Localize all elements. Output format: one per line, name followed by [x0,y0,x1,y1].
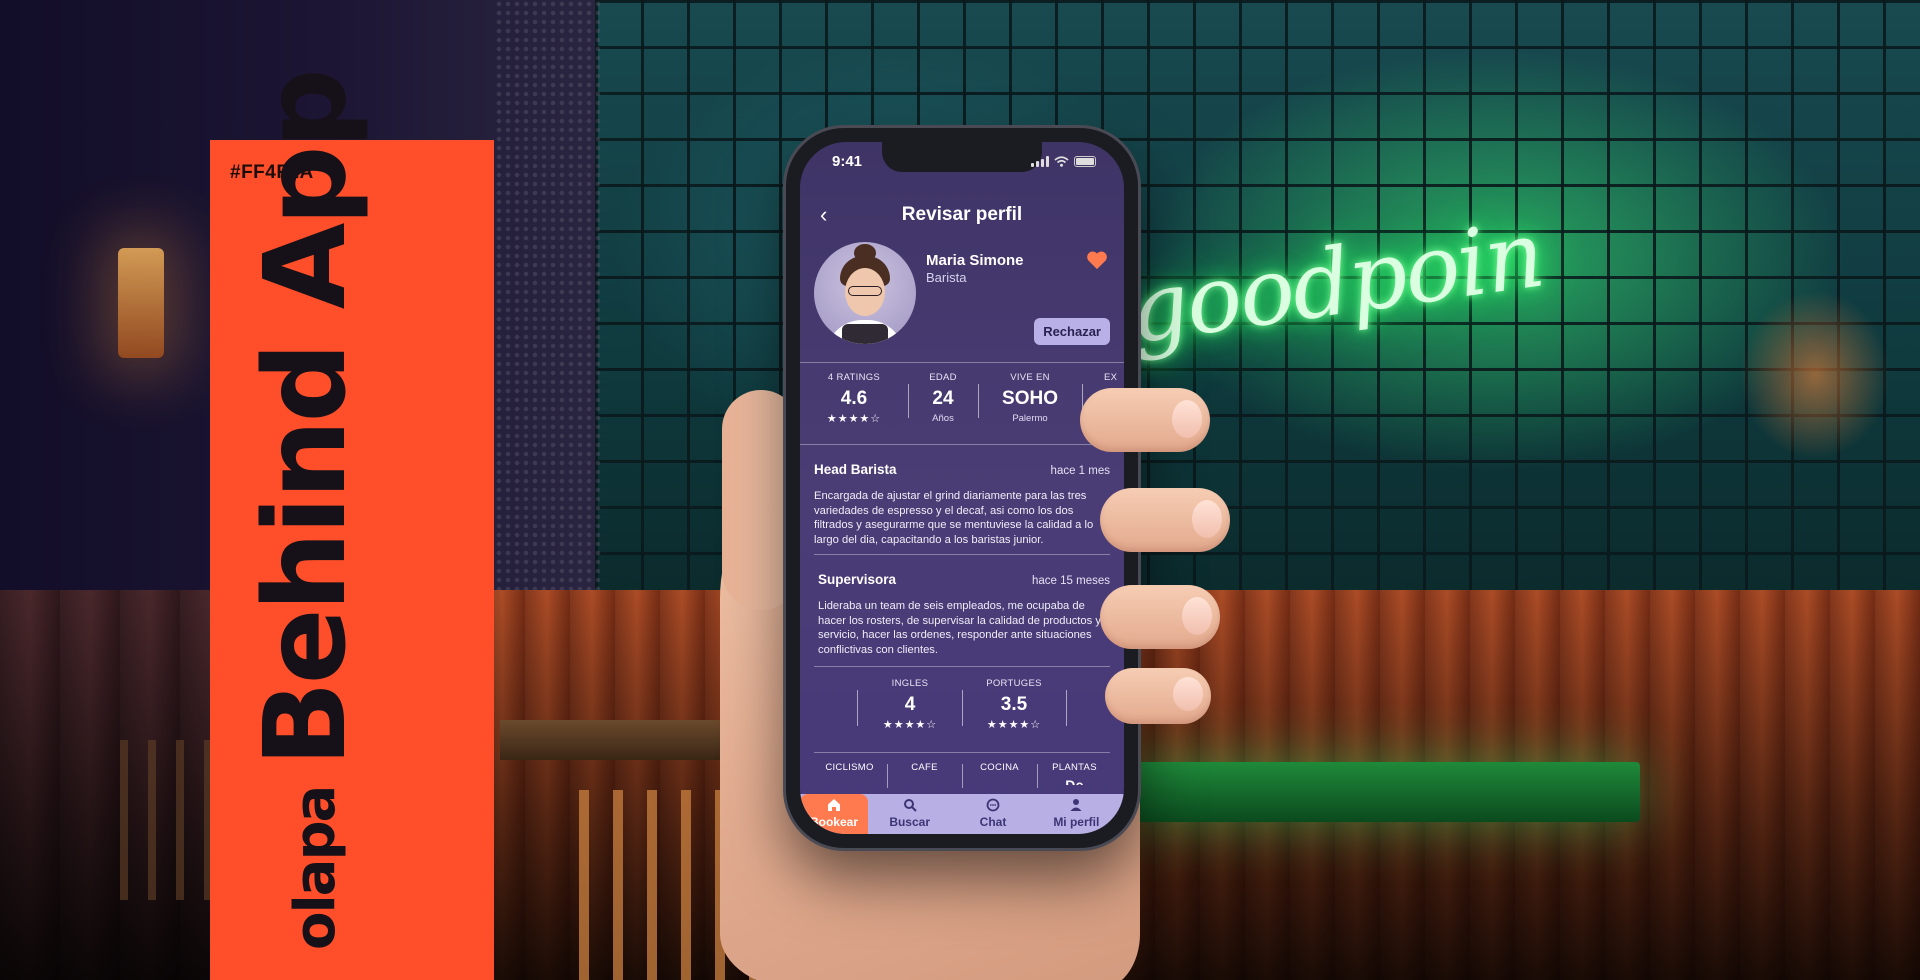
experience-item: Head Barista hace 1 mes Encargada de aju… [814,462,1110,547]
headline: Behind App [241,71,371,767]
vertical-title: olapa Behind App [241,71,371,950]
battery-icon [1074,155,1096,167]
avatar [814,242,916,344]
wifi-icon [1054,155,1069,167]
hobby-cycling: CICLISMO [825,762,874,773]
profile-role: Barista [926,270,967,285]
finger [1105,668,1211,724]
stat-ratings: 4 RATINGS 4.6 ★★★★☆ [826,372,882,425]
profile-name: Maria Simone [926,252,1024,269]
brand-name: olapa [283,786,348,950]
wall-lamp [118,248,164,358]
experience-date: hace 15 meses [1032,575,1110,587]
finger [1100,488,1230,552]
person-icon [1070,799,1082,811]
reject-button[interactable]: Rechazar [1034,318,1110,345]
language-portuguese: PORTUGES 3.5 ★★★★☆ [962,676,1066,736]
hex-panel [495,0,605,600]
finger [1100,585,1220,649]
brand-banner: #FF4F2A olapa Behind App [210,71,494,980]
chair-left [100,740,210,900]
status-bar: 9:41 [800,142,1124,180]
stats-row[interactable]: 4 RATINGS 4.6 ★★★★☆ EDAD 24 Años VIVE EN… [800,370,1124,430]
tab-bar: Bookear Buscar Chat Mi perfil [800,794,1124,834]
experience-date: hace 1 mes [1050,465,1110,477]
language-english: INGLES 4 ★★★★☆ [882,678,938,731]
experience-title: Supervisora [818,572,897,587]
experience-description: Lideraba un team de seis empleados, me o… [818,600,1101,656]
language-stars: ★★★★☆ [986,719,1042,731]
hobby-cooking: COCINA [962,762,1037,792]
tab-bookear[interactable]: Bookear [800,794,868,834]
home-icon [828,799,840,811]
experience-title: Head Barista [814,462,897,477]
languages-row: INGLES 4 ★★★★☆ PORTUGES 3.5 ★★★★☆ [800,676,1124,736]
divider [814,666,1110,667]
green-table [1120,762,1640,822]
chat-icon [986,798,1000,812]
status-icons [1031,155,1096,167]
page-title: Revisar perfil [901,204,1023,225]
screen-header: ‹ Revisar perfil [800,200,1124,230]
phone-screen: 9:41 ‹ Revisar perfil Maria Simone Baris… [800,142,1124,834]
search-icon [903,799,917,812]
finger [1080,388,1210,452]
tab-mi-perfil[interactable]: Mi perfil [1035,794,1118,834]
light-glow [1740,290,1890,460]
hobby-plants: PLANTAS De [1037,762,1112,792]
experience-item: Supervisora hace 15 meses Lideraba un te… [818,572,1110,657]
hobby-coffee: CAFE [887,762,962,792]
divider [800,362,1124,363]
divider [814,554,1110,555]
rating-stars: ★★★★☆ [826,413,882,425]
stat-age: EDAD 24 Años [908,370,978,430]
stat-lives-in: VIVE EN SOHO Palermo [978,370,1082,430]
experience-description: Encargada de ajustar el grind diariament… [814,490,1094,546]
profile-card: Maria Simone Barista Rechazar [814,242,1110,352]
language-stars: ★★★★☆ [882,719,938,731]
hobbies-row: CICLISMO CAFE COCINA PLANTAS De [812,762,1112,792]
divider [814,752,1110,753]
phone-frame: 9:41 ‹ Revisar perfil Maria Simone Baris… [786,128,1138,848]
heart-icon[interactable] [1086,250,1108,270]
signal-icon [1031,155,1049,167]
tab-chat[interactable]: Chat [951,794,1034,834]
chevron-left-icon[interactable]: ‹ [820,204,840,226]
divider [800,444,1124,445]
tab-buscar[interactable]: Buscar [868,794,951,834]
status-time: 9:41 [832,152,863,170]
